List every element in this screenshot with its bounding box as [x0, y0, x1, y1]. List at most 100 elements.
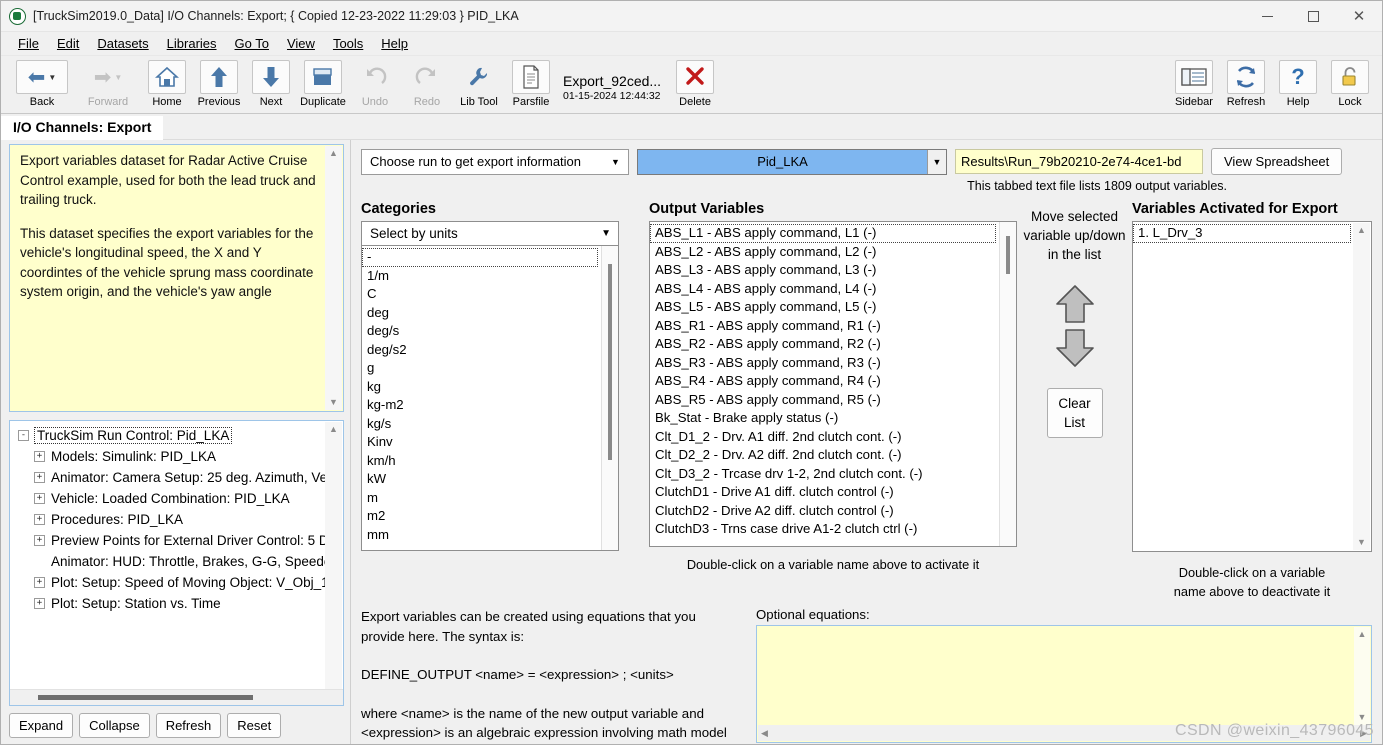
menu-tools[interactable]: Tools: [324, 34, 372, 53]
scroll-up-icon[interactable]: ▲: [1357, 223, 1366, 238]
lock-button[interactable]: Lock: [1324, 58, 1376, 112]
list-item[interactable]: ABS_R4 - ABS apply command, R4 (-): [650, 372, 996, 391]
list-item[interactable]: ClutchD3 - Trns case drive A1-2 clutch c…: [650, 520, 996, 539]
tree-vertical-scrollbar[interactable]: ▲ ▼: [325, 422, 342, 704]
equations-vertical-scrollbar[interactable]: ▲ ▼: [1354, 627, 1370, 725]
tree-node[interactable]: - TruckSim Run Control: Pid_LKA: [16, 425, 323, 446]
list-item[interactable]: ABS_L3 - ABS apply command, L3 (-): [650, 261, 996, 280]
list-item[interactable]: ABS_R2 - ABS apply command, R2 (-): [650, 335, 996, 354]
scroll-up-icon[interactable]: ▲: [329, 146, 338, 161]
output-variables-scroll-thumb[interactable]: [1006, 236, 1010, 274]
move-down-button[interactable]: [1053, 326, 1097, 370]
list-item[interactable]: ABS_L2 - ABS apply command, L2 (-): [650, 243, 996, 262]
tree-hscroll-thumb[interactable]: [38, 695, 253, 700]
categories-listbox[interactable]: - 1/m C deg deg/s deg/s2 g kg kg-m2 kg/s…: [361, 245, 619, 551]
tree-node[interactable]: Animator: HUD: Throttle, Brakes, G-G, Sp…: [16, 551, 331, 572]
list-item[interactable]: deg: [362, 304, 598, 323]
list-item[interactable]: ABS_L5 - ABS apply command, L5 (-): [650, 298, 996, 317]
expand-toggle-icon[interactable]: +: [34, 598, 45, 609]
chevron-down-icon[interactable]: ▼: [927, 149, 946, 174]
menu-datasets[interactable]: Datasets: [88, 34, 157, 53]
chevron-down-icon[interactable]: ▼: [601, 228, 611, 239]
refresh-tree-button[interactable]: Refresh: [155, 713, 222, 738]
categories-scroll-thumb[interactable]: [608, 264, 612, 460]
list-item[interactable]: m2: [362, 507, 598, 526]
expand-toggle-icon[interactable]: +: [34, 493, 45, 504]
scroll-down-icon[interactable]: ▼: [1357, 535, 1366, 550]
list-item[interactable]: Clt_D2_2 - Drv. A2 diff. 2nd clutch cont…: [650, 446, 996, 465]
tree-node[interactable]: + Procedures: PID_LKA: [16, 509, 323, 530]
list-item[interactable]: ABS_L1 - ABS apply command, L1 (-): [650, 224, 996, 243]
scroll-down-icon[interactable]: ▼: [329, 395, 338, 410]
dataset-dropdown[interactable]: Pid_LKA ▼: [637, 148, 947, 175]
list-item[interactable]: kW: [362, 470, 598, 489]
list-item[interactable]: Clt_D1_2 - Drv. A1 diff. 2nd clutch cont…: [650, 428, 996, 447]
list-item[interactable]: ClutchD2 - Drive A2 diff. clutch control…: [650, 502, 996, 521]
chevron-down-icon[interactable]: ▼: [607, 157, 624, 167]
tree-node[interactable]: + Animator: Camera Setup: 25 deg. Azimut…: [16, 467, 327, 488]
list-item[interactable]: g: [362, 359, 598, 378]
choose-run-dropdown[interactable]: Choose run to get export information ▼: [361, 148, 629, 175]
expand-toggle-icon[interactable]: +: [34, 535, 45, 546]
back-button[interactable]: ⬅ ▼ Back: [9, 58, 75, 112]
list-item[interactable]: deg/s2: [362, 341, 598, 360]
tree-node[interactable]: + Models: Simulink: PID_LKA: [16, 446, 323, 467]
list-item[interactable]: kg/s: [362, 415, 598, 434]
sidebar-button[interactable]: Sidebar: [1168, 58, 1220, 112]
dataset-tree[interactable]: - TruckSim Run Control: Pid_LKA + Models…: [9, 420, 344, 706]
tab-io-channels-export[interactable]: I/O Channels: Export: [1, 113, 164, 140]
expand-button[interactable]: Expand: [9, 713, 74, 738]
description-textarea[interactable]: Export variables dataset for Radar Activ…: [9, 144, 344, 412]
list-item[interactable]: -: [362, 248, 598, 267]
parsfile-button[interactable]: Parsfile: [505, 58, 557, 112]
list-item[interactable]: Kinv: [362, 433, 598, 452]
tree-horizontal-scrollbar[interactable]: [10, 689, 343, 705]
tree-node[interactable]: + Plot: Setup: Speed of Moving Object: V…: [16, 572, 329, 593]
tree-node[interactable]: + Preview Points for External Driver Con…: [16, 530, 329, 551]
results-path-field[interactable]: Results\Run_79b20210-2e74-4ce1-bd: [955, 149, 1203, 174]
list-item[interactable]: ABS_L4 - ABS apply command, L4 (-): [650, 280, 996, 299]
reset-button[interactable]: Reset: [227, 713, 282, 738]
maximize-button[interactable]: [1290, 1, 1336, 32]
list-item[interactable]: ABS_R1 - ABS apply command, R1 (-): [650, 317, 996, 336]
output-variables-scrollbar[interactable]: [999, 222, 1016, 546]
description-scrollbar[interactable]: ▲ ▼: [325, 146, 342, 410]
previous-button[interactable]: Previous: [193, 58, 245, 112]
list-item[interactable]: ClutchD1 - Drive A1 diff. clutch control…: [650, 483, 996, 502]
tree-node[interactable]: + Vehicle: Loaded Combination: PID_LKA: [16, 488, 323, 509]
menu-edit[interactable]: Edit: [48, 34, 88, 53]
expand-toggle-icon[interactable]: +: [34, 472, 45, 483]
lib-tool-button[interactable]: Lib Tool: [453, 58, 505, 112]
list-item[interactable]: kg: [362, 378, 598, 397]
scroll-up-icon[interactable]: ▲: [329, 422, 338, 437]
list-item[interactable]: m: [362, 489, 598, 508]
list-item[interactable]: ABS_R5 - ABS apply command, R5 (-): [650, 391, 996, 410]
refresh-button[interactable]: Refresh: [1220, 58, 1272, 112]
menu-file[interactable]: File: [9, 34, 48, 53]
move-up-button[interactable]: [1053, 282, 1097, 326]
list-item[interactable]: kg-m2: [362, 396, 598, 415]
menu-goto[interactable]: Go To: [226, 34, 278, 53]
expand-toggle-icon[interactable]: +: [34, 577, 45, 588]
list-item[interactable]: ABS_R3 - ABS apply command, R3 (-): [650, 354, 996, 373]
close-button[interactable]: ✕: [1336, 1, 1382, 32]
activated-listbox[interactable]: 1. L_Drv_3 ▲ ▼: [1132, 221, 1372, 552]
output-variables-listbox[interactable]: ABS_L1 - ABS apply command, L1 (-) ABS_L…: [649, 221, 1017, 547]
collapse-button[interactable]: Collapse: [79, 713, 150, 738]
menu-help[interactable]: Help: [372, 34, 417, 53]
tree-node[interactable]: + Plot: Setup: Station vs. Time: [16, 593, 323, 614]
duplicate-button[interactable]: Duplicate: [297, 58, 349, 112]
clear-list-button[interactable]: Clear List: [1046, 388, 1103, 438]
activated-scrollbar[interactable]: ▲ ▼: [1353, 223, 1370, 550]
help-button[interactable]: ? Help: [1272, 58, 1324, 112]
scroll-up-icon[interactable]: ▲: [1358, 627, 1367, 642]
list-item[interactable]: Clt_D3_2 - Trcase drv 1-2, 2nd clutch co…: [650, 465, 996, 484]
expand-toggle-icon[interactable]: +: [34, 451, 45, 462]
menu-libraries[interactable]: Libraries: [158, 34, 226, 53]
expand-toggle-icon[interactable]: +: [34, 514, 45, 525]
list-item[interactable]: deg/s: [362, 322, 598, 341]
list-item[interactable]: km/h: [362, 452, 598, 471]
list-item[interactable]: 1. L_Drv_3: [1133, 224, 1351, 243]
select-by-units-dropdown[interactable]: Select by units ▼: [361, 221, 619, 246]
collapse-toggle-icon[interactable]: -: [18, 430, 29, 441]
